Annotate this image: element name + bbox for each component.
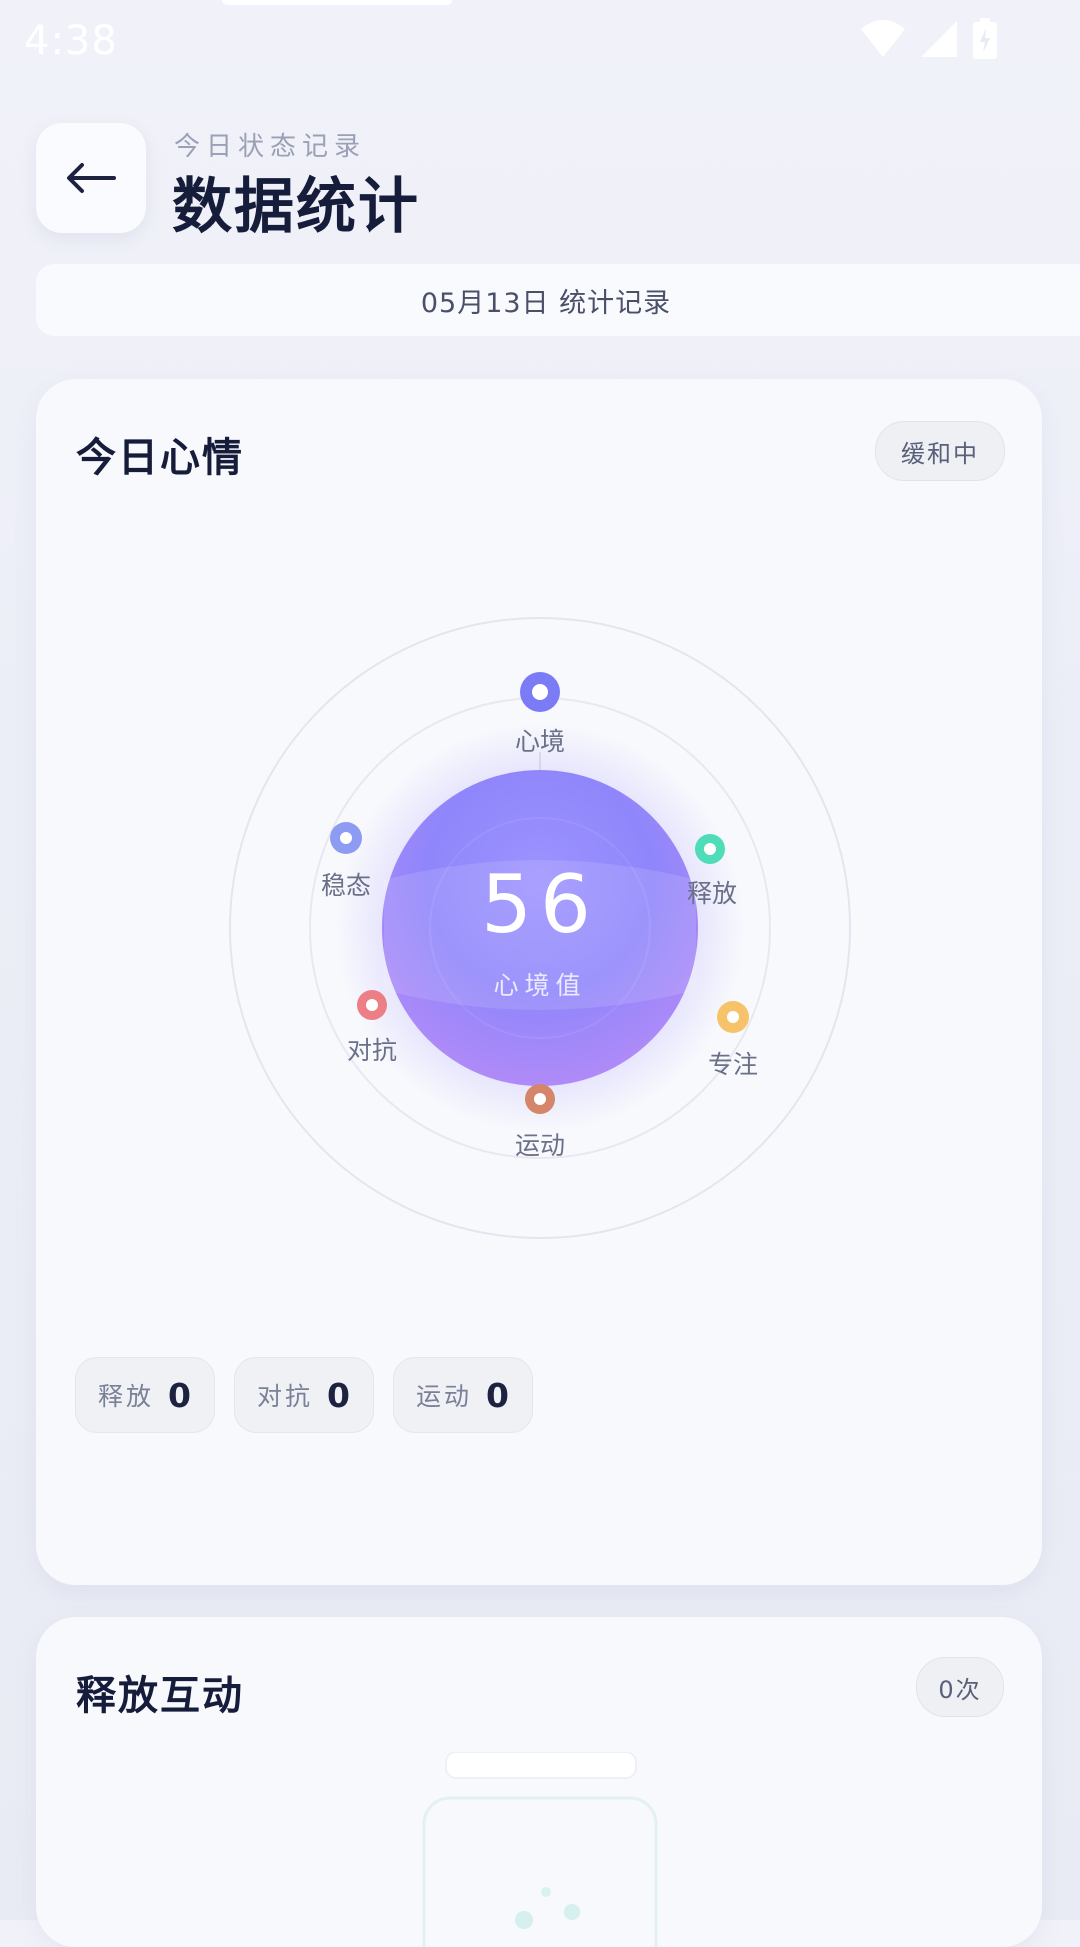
mood-orbit: 心境 释放 专注 运动 对抗 稳态 56 心境值: [0, 0, 1006, 1239]
stat-value: 0: [168, 1375, 191, 1415]
jar-illustration: [422, 1752, 658, 1947]
node-label-wentai: 稳态: [320, 871, 372, 900]
node-label-zhuanzhu: 专注: [707, 1050, 759, 1079]
node-label-yundong: 运动: [514, 1131, 566, 1160]
stat-label: 释放: [98, 1382, 155, 1411]
node-label-duikang: 对抗: [346, 1036, 398, 1065]
stat-label: 运动: [416, 1382, 473, 1411]
release-card-title: 释放互动: [76, 1673, 244, 1719]
stat-value: 0: [327, 1375, 350, 1415]
stat-chip-yundong: 运动 0: [393, 1357, 533, 1433]
stat-chip-shifang: 释放 0: [75, 1357, 215, 1433]
node-label-shifang: 释放: [686, 879, 738, 908]
stat-chip-duikang: 对抗 0: [234, 1357, 374, 1433]
release-card: 释放互动 0次: [36, 1617, 1042, 1947]
stat-value: 0: [486, 1375, 509, 1415]
release-count-badge: 0次: [916, 1657, 1004, 1717]
node-label-xinjing: 心境: [514, 727, 566, 756]
stat-label: 对抗: [257, 1382, 314, 1411]
mood-score-label: 心境值: [493, 971, 587, 1000]
mood-orbit-graphic: [229, 617, 851, 1239]
mood-score: 56: [481, 858, 599, 951]
